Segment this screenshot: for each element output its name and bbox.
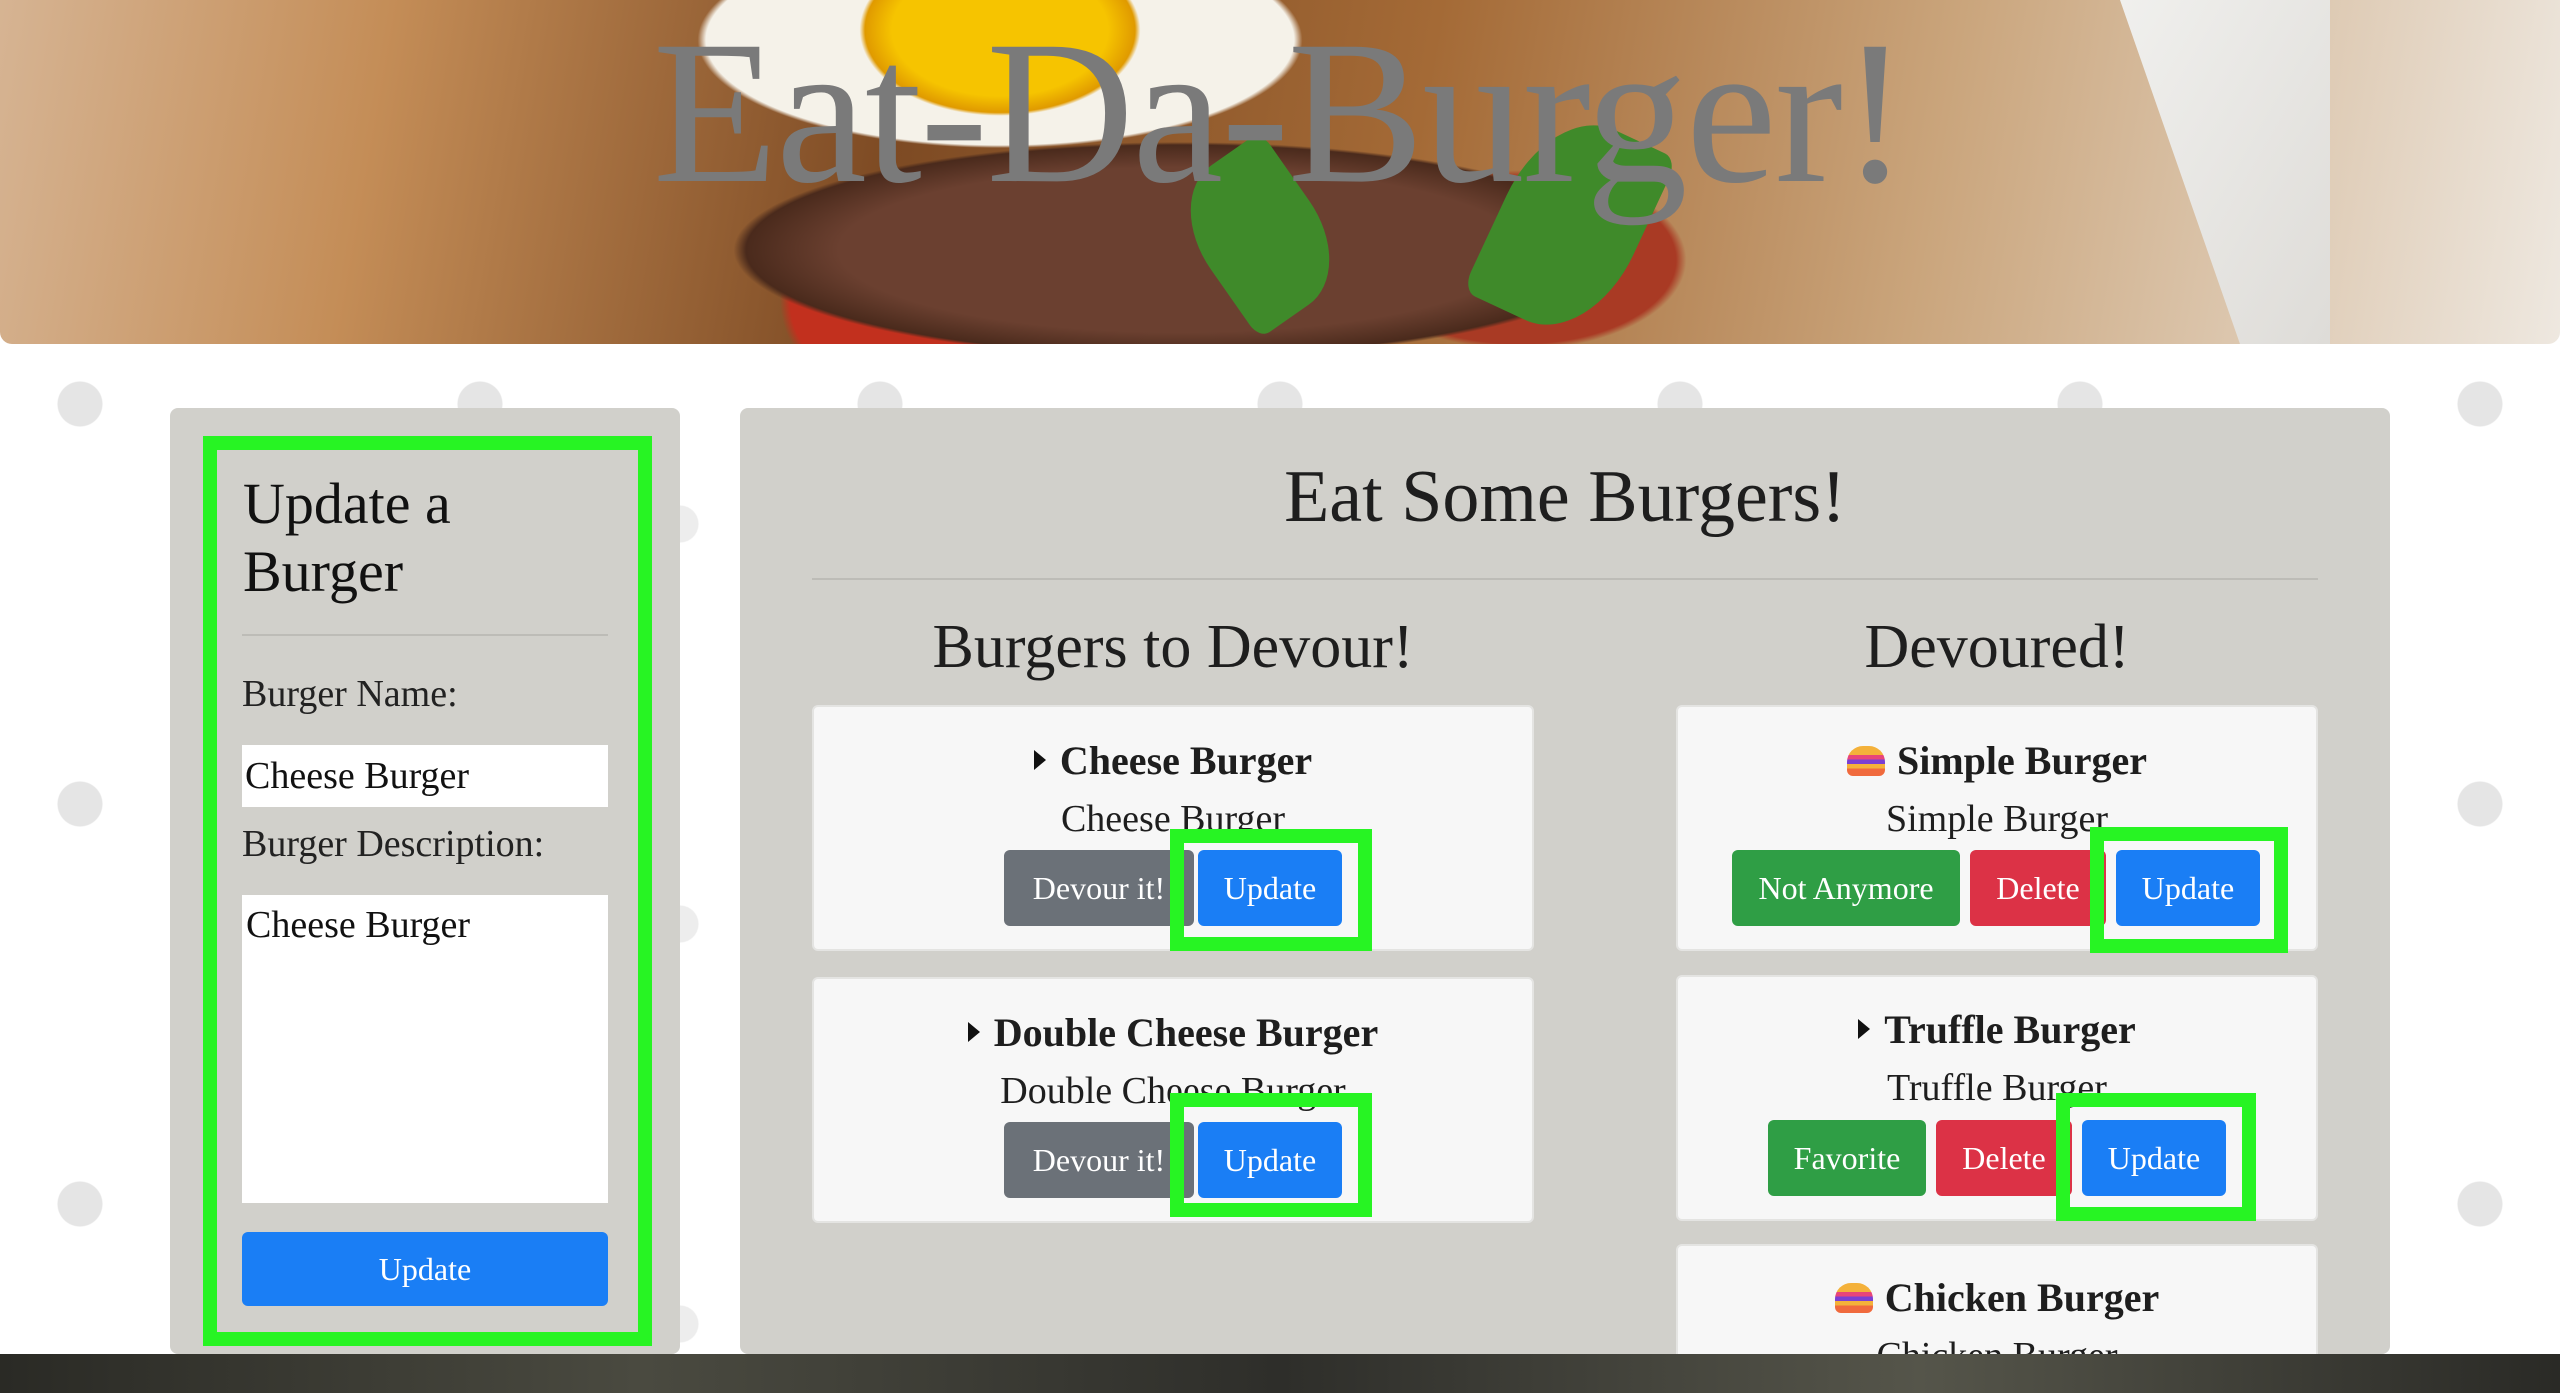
update-form-heading: Update a Burger [243, 471, 451, 604]
caret-right-icon [967, 1022, 980, 1042]
burger-description-label: Burger Description: [242, 823, 545, 865]
caret-right-icon [1858, 1019, 1871, 1039]
form-divider [242, 634, 608, 636]
not-anymore-button[interactable]: Not Anymore [1732, 850, 1960, 926]
update-button-highlight [2056, 1093, 2256, 1221]
burger-name-label: Burger Name: [242, 673, 458, 715]
delete-button[interactable]: Delete [1936, 1120, 2072, 1196]
update-form-submit-button[interactable]: Update [242, 1232, 608, 1306]
update-button-highlight [1170, 1093, 1372, 1217]
burger-icon [1847, 746, 1885, 776]
devour-button[interactable]: Devour it! [1004, 1122, 1194, 1198]
devoured-title: Devoured! [1864, 613, 2130, 681]
burger-name[interactable]: Simple Burger [1676, 737, 2318, 784]
delete-button[interactable]: Delete [1970, 850, 2106, 926]
caret-right-icon [1033, 750, 1046, 770]
update-button-highlight [2090, 827, 2288, 953]
footer-image-strip [0, 1354, 2560, 1393]
burger-name[interactable]: Truffle Burger [1676, 1006, 2318, 1053]
burger-icon [1834, 1283, 1873, 1313]
burger-name[interactable]: Cheese Burger [812, 737, 1534, 784]
page-title: Eat-Da-Burger! [652, 0, 1910, 226]
burger-description-textarea[interactable]: Cheese Burger [242, 895, 608, 1203]
to-devour-title: Burgers to Devour! [932, 613, 1414, 681]
burger-name-input[interactable] [242, 745, 608, 807]
burger-name[interactable]: Chicken Burger [1676, 1274, 2318, 1321]
devour-button[interactable]: Devour it! [1004, 850, 1194, 926]
main-title: Eat Some Burgers! [1284, 456, 1846, 538]
main-divider [812, 578, 2318, 580]
update-button-highlight [1170, 829, 1372, 951]
hero-banner: Eat-Da-Burger! [0, 0, 2560, 344]
burger-name[interactable]: Double Cheese Burger [812, 1009, 1534, 1056]
favorite-button[interactable]: Favorite [1768, 1120, 1926, 1196]
